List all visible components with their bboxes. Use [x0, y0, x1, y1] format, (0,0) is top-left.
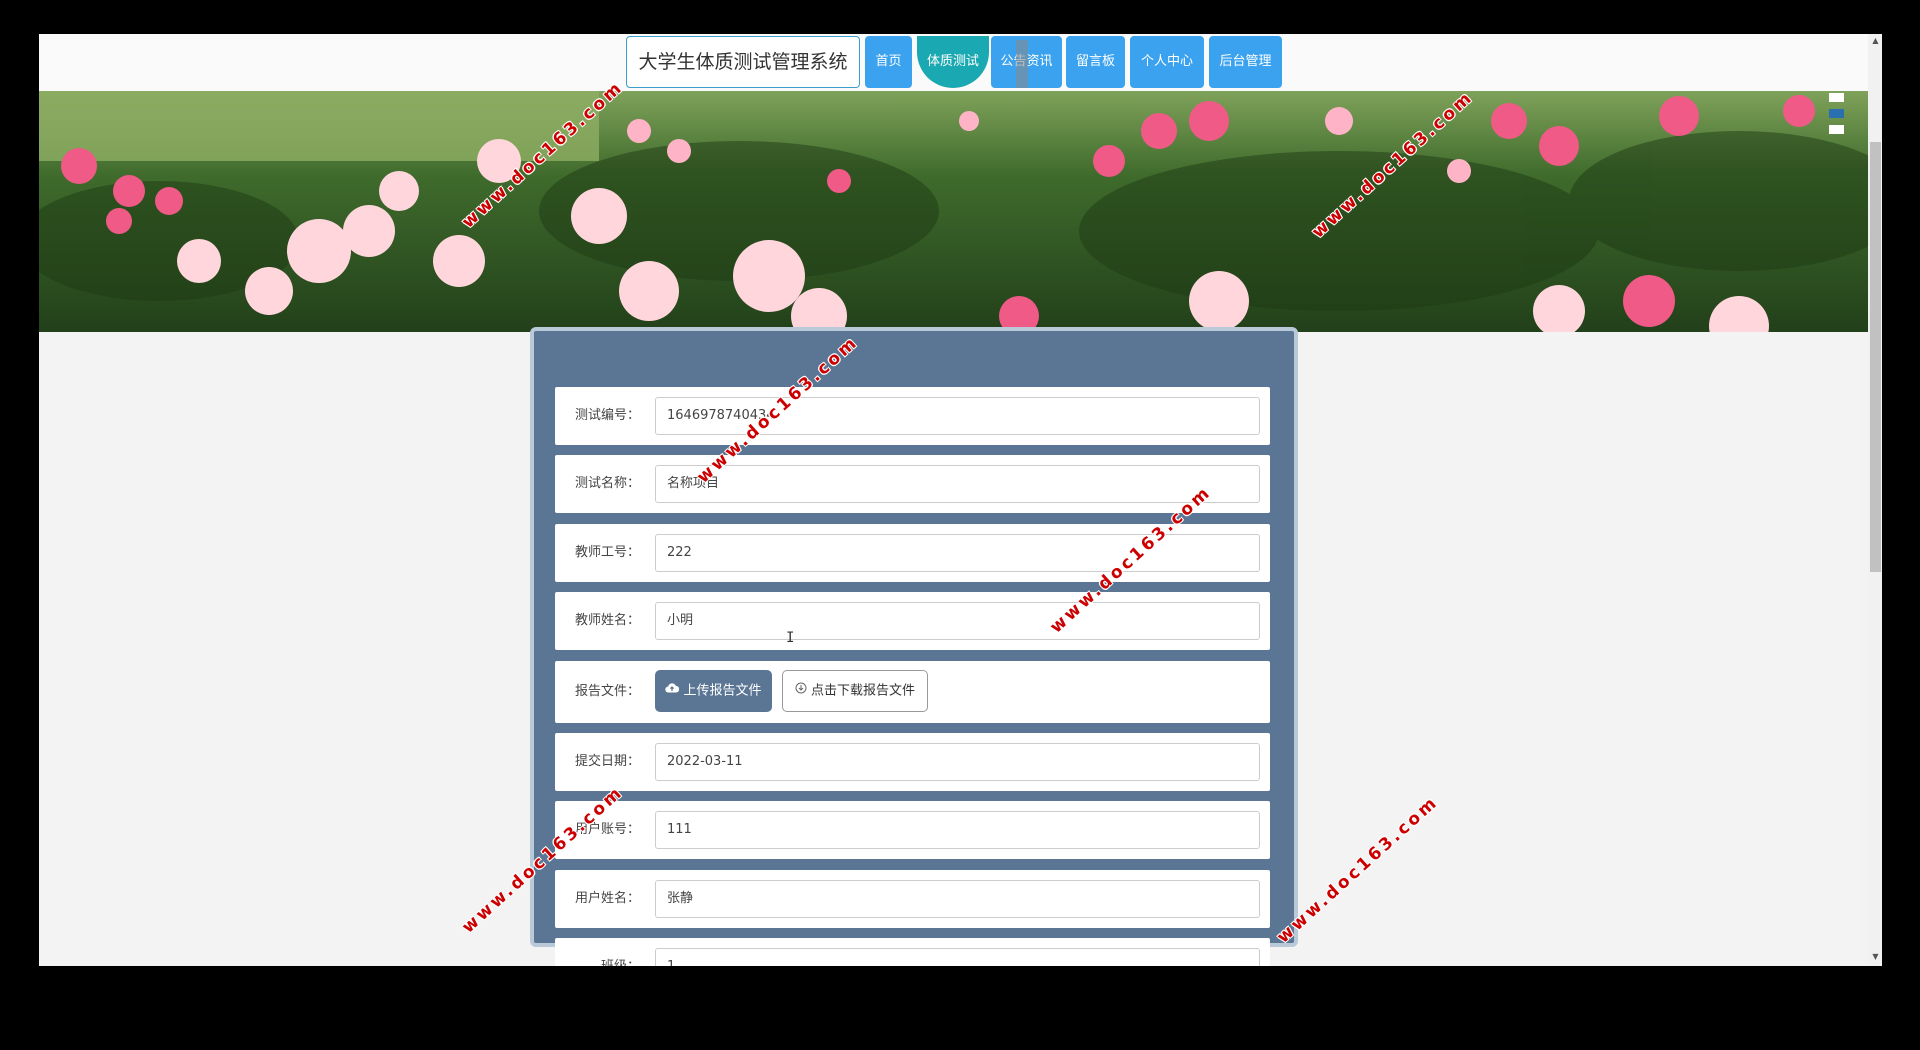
nav-home[interactable]: 首页	[865, 36, 912, 88]
field-label: 提交日期：	[574, 754, 640, 769]
user-name-field[interactable]: 张静	[655, 880, 1260, 918]
nav-message-board[interactable]: 留言板	[1066, 36, 1125, 88]
hover-highlight	[1016, 40, 1028, 88]
field-label: 测试编号：	[574, 408, 640, 423]
scrollbar-thumb[interactable]	[1870, 142, 1881, 572]
upload-report-button[interactable]: 上传报告文件	[655, 670, 772, 712]
upload-report-label: 上传报告文件	[683, 683, 762, 699]
text-cursor-icon: I	[786, 630, 795, 646]
form-row-user-name: 用户姓名： 张静	[555, 870, 1270, 928]
scroll-up-arrow-icon[interactable]: ▲	[1870, 36, 1881, 46]
banner-indicator[interactable]	[1829, 109, 1844, 118]
form-row-report-file: 报告文件： 上传报告文件 点击下载报告文件	[555, 661, 1270, 723]
field-label: 用户姓名：	[574, 891, 640, 906]
field-label: 教师工号：	[574, 545, 640, 560]
teacher-id-field[interactable]: 222	[655, 534, 1260, 572]
field-label: 测试名称：	[574, 476, 640, 491]
form-row-test-number: 测试编号： 1646978740434	[555, 387, 1270, 445]
field-label: 班级：	[565, 938, 640, 966]
banner-indicator[interactable]	[1829, 93, 1844, 102]
cloud-upload-icon	[665, 670, 680, 712]
download-report-button[interactable]: 点击下载报告文件	[782, 670, 928, 712]
form-row-user-account: 用户账号： 111	[555, 801, 1270, 859]
field-label: 报告文件：	[574, 684, 640, 699]
download-report-label: 点击下载报告文件	[810, 683, 915, 699]
form-row-class: 班级： 1	[555, 938, 1270, 966]
field-label: 教师姓名：	[574, 613, 640, 628]
top-navbar: 大学生体质测试管理系统 首页 体质测试 公告资讯 留言板 个人中心 后台管理	[39, 34, 1882, 91]
scroll-down-arrow-icon[interactable]: ▼	[1870, 952, 1881, 962]
submit-date-field[interactable]: 2022-03-11	[655, 743, 1260, 781]
site-title: 大学生体质测试管理系统	[626, 36, 860, 88]
test-name-field[interactable]: 名称项目	[655, 465, 1260, 503]
nav-admin[interactable]: 后台管理	[1209, 36, 1282, 88]
form-row-test-name: 测试名称： 名称项目	[555, 455, 1270, 513]
form-row-submit-date: 提交日期： 2022-03-11	[555, 733, 1270, 791]
banner-indicator[interactable]	[1829, 125, 1844, 134]
form-row-teacher-name: 教师姓名： 小明	[555, 592, 1270, 650]
download-circle-icon	[795, 671, 807, 711]
screen-bottom-bar	[0, 966, 1920, 1050]
banner-image	[39, 91, 1868, 332]
class-field[interactable]: 1	[655, 948, 1260, 966]
user-account-field[interactable]: 111	[655, 811, 1260, 849]
nav-fitness-test[interactable]: 体质测试	[917, 36, 989, 88]
teacher-name-field[interactable]: 小明	[655, 602, 1260, 640]
nav-personal-center[interactable]: 个人中心	[1130, 36, 1204, 88]
